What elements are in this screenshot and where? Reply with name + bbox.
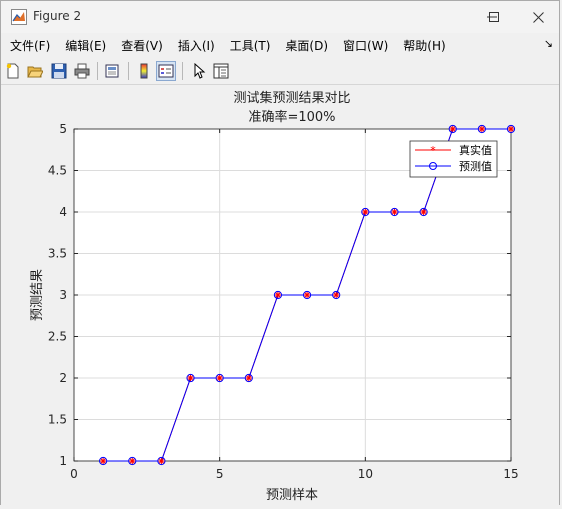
- print-icon: [74, 63, 90, 79]
- maximize-button-box[interactable]: [471, 1, 517, 33]
- legend-icon: [158, 64, 174, 78]
- y-tick-label: 2: [59, 371, 67, 385]
- legend-label-true: 真实值: [459, 143, 492, 157]
- toolbar-separator: [97, 62, 98, 80]
- chart: 测试集预测结果对比 准确率=100% 0 5 10 15 1 1.5 2 2.5 3 3.5 4 4.…: [30, 90, 519, 503]
- open-folder-icon: [27, 66, 43, 78]
- close-button[interactable]: [515, 1, 561, 33]
- print-preview-icon: [105, 64, 119, 78]
- property-editor-button[interactable]: [211, 61, 231, 81]
- y-tick-label: 1.5: [48, 413, 67, 427]
- menu-desktop[interactable]: 桌面(D): [285, 37, 328, 54]
- y-tick-label: 5: [59, 122, 67, 136]
- pointer-button[interactable]: [189, 61, 209, 81]
- dock-arrow-icon[interactable]: ↘: [544, 37, 553, 50]
- menu-insert[interactable]: 插入(I): [178, 37, 215, 54]
- open-button[interactable]: [25, 61, 45, 81]
- menu-tools[interactable]: 工具(T): [230, 37, 271, 54]
- y-tick-label: 4.5: [48, 164, 67, 178]
- y-axis-label: 预测结果: [30, 269, 45, 321]
- window-title: Figure 2: [33, 9, 82, 23]
- menu-bar: 文件(F) 编辑(E) 查看(V) 插入(I) 工具(T) 桌面(D) 窗口(W…: [1, 34, 559, 56]
- toolbar-separator: [182, 62, 183, 80]
- y-tick-label: 4: [59, 205, 67, 219]
- toolbar: [1, 58, 559, 85]
- close-icon: [532, 11, 544, 23]
- y-tick-label: 3.5: [48, 247, 67, 261]
- legend-label-pred: 预测值: [459, 160, 492, 173]
- menu-help[interactable]: 帮助(H): [403, 37, 445, 54]
- maximize-icon: [489, 12, 499, 22]
- y-tick-label: 2.5: [48, 330, 67, 344]
- new-file-icon: [6, 63, 19, 79]
- pointer-icon: [194, 63, 206, 79]
- save-button[interactable]: [49, 61, 69, 81]
- y-tick-label: 1: [59, 454, 67, 468]
- print-button[interactable]: [72, 61, 92, 81]
- chart-subtitle: 准确率=100%: [248, 109, 335, 125]
- menu-edit[interactable]: 编辑(E): [65, 37, 106, 54]
- colorbar-icon: [140, 63, 148, 79]
- legend[interactable]: * 真实值 预测值: [409, 140, 498, 178]
- menu-window[interactable]: 窗口(W): [343, 37, 388, 54]
- print-preview-button[interactable]: [102, 61, 122, 81]
- menu-view[interactable]: 查看(V): [121, 37, 163, 54]
- toolbar-separator: [128, 62, 129, 80]
- colorbar-button[interactable]: [134, 61, 154, 81]
- figure-canvas[interactable]: 测试集预测结果对比 准确率=100% 0 5 10 15 1 1.5 2 2.5 3 3.5 4 4.…: [1, 85, 559, 505]
- figure-window: Figure 2 文件(F) 编辑(E) 查看(V) 插入(I) 工具(T) 桌…: [0, 0, 560, 505]
- property-editor-icon: [213, 63, 229, 79]
- x-tick-label: 10: [358, 467, 373, 481]
- x-tick-label: 0: [70, 467, 78, 481]
- matlab-icon: [11, 9, 27, 25]
- legend-marker-true: *: [430, 144, 436, 157]
- legend-button[interactable]: [156, 61, 176, 81]
- y-tick-label: 3: [59, 288, 67, 302]
- x-tick-label: 5: [216, 467, 224, 481]
- new-figure-button[interactable]: [3, 61, 23, 81]
- x-tick-label: 15: [503, 467, 518, 481]
- save-icon: [51, 63, 67, 79]
- x-axis-label: 预测样本: [266, 488, 318, 503]
- chart-title: 测试集预测结果对比: [233, 90, 350, 106]
- menu-file[interactable]: 文件(F): [10, 37, 50, 54]
